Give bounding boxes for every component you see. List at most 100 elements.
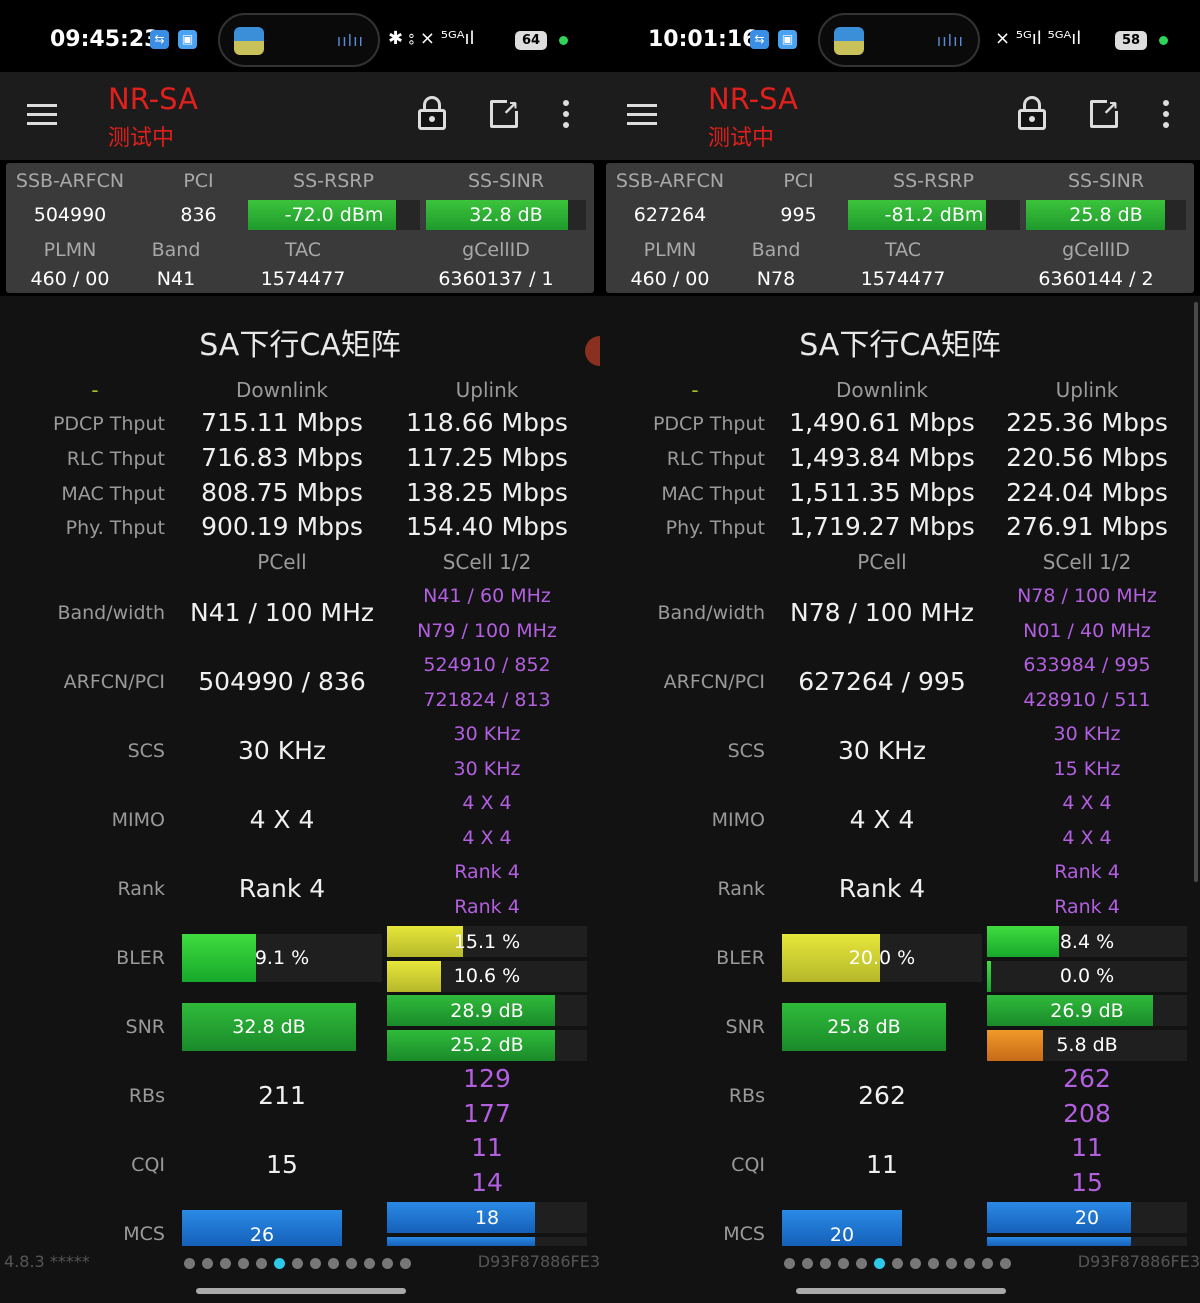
label-plmn: PLMN bbox=[643, 239, 697, 261]
scell-band-2: N79 / 100 MHz bbox=[417, 619, 557, 642]
rsrp-meter: -81.2 dBm bbox=[848, 200, 1020, 230]
page-dot[interactable] bbox=[400, 1258, 411, 1269]
device-id: D93F87886FE3 bbox=[1077, 1252, 1200, 1271]
page-dot[interactable] bbox=[238, 1258, 249, 1269]
page-dot[interactable] bbox=[292, 1258, 303, 1269]
row-label-phy: Phy. Thput bbox=[65, 517, 165, 539]
page-indicator[interactable] bbox=[784, 1254, 1018, 1273]
page-dot[interactable] bbox=[184, 1258, 195, 1269]
label-tac: TAC bbox=[884, 239, 922, 261]
row-label-mac: MAC Thput bbox=[661, 483, 765, 505]
page-dot[interactable] bbox=[838, 1258, 849, 1269]
page-dot[interactable] bbox=[256, 1258, 267, 1269]
pcell-arfcn: 504990 / 836 bbox=[198, 667, 366, 696]
pcell-scs: 30 KHz bbox=[237, 736, 327, 765]
pcell-bler-bar: 9.1 % bbox=[182, 934, 382, 982]
pcell-mcs-value: 20 bbox=[829, 1224, 855, 1246]
arrow-icon: ↗ bbox=[502, 96, 519, 120]
value-pci: 995 bbox=[780, 204, 817, 226]
page-indicator[interactable] bbox=[184, 1254, 418, 1273]
page-dot[interactable] bbox=[220, 1258, 231, 1269]
more-options-icon[interactable] bbox=[563, 100, 569, 133]
scell-arfcn-2: 721824 / 813 bbox=[423, 688, 551, 711]
page-dot[interactable] bbox=[346, 1258, 357, 1269]
row-label-rlc: RLC Thput bbox=[666, 448, 765, 470]
pcell-rbs: 262 bbox=[858, 1081, 906, 1110]
status-time: 09:45:23 bbox=[50, 27, 160, 52]
page-dot[interactable] bbox=[364, 1258, 375, 1269]
label-gcellid: gCellID bbox=[1062, 239, 1130, 261]
section-title: SA下行CA矩阵 bbox=[799, 328, 1001, 363]
privacy-indicator-icon bbox=[559, 36, 568, 45]
home-indicator[interactable] bbox=[796, 1288, 1006, 1294]
menu-icon[interactable] bbox=[27, 104, 57, 126]
menu-icon[interactable] bbox=[627, 104, 657, 126]
scell-mimo-2: 4 X 4 bbox=[1062, 826, 1112, 849]
pcell-rank: Rank 4 bbox=[838, 874, 926, 903]
page-dot[interactable] bbox=[964, 1258, 975, 1269]
pcell-cqi: 15 bbox=[266, 1150, 298, 1179]
scell-snr-bar-1: 28.9 dB bbox=[387, 995, 587, 1026]
app-subtitle: 测试中 bbox=[708, 126, 775, 151]
pcell-band: N78 / 100 MHz bbox=[790, 598, 974, 627]
ca-matrix-panel[interactable]: SA下行CA矩阵 - Downlink Uplink PDCP Thput RLC… bbox=[600, 296, 1200, 1246]
app-notification-icon: ⇆ bbox=[150, 30, 169, 49]
scell-bler-bar-1: 8.4 % bbox=[987, 926, 1187, 957]
rsrp-meter: -72.0 dBm bbox=[248, 200, 420, 230]
page-dot[interactable] bbox=[802, 1258, 813, 1269]
row-label-phy: Phy. Thput bbox=[665, 517, 765, 539]
page-dot[interactable] bbox=[856, 1258, 867, 1269]
scell-rank-2: Rank 4 bbox=[454, 895, 520, 918]
page-dot[interactable] bbox=[928, 1258, 939, 1269]
page-dot[interactable] bbox=[202, 1258, 213, 1269]
sinr-value: 25.8 dB bbox=[1069, 204, 1143, 226]
status-time: 10:01:16 bbox=[648, 27, 758, 52]
row-label-mcs: MCS bbox=[123, 1223, 165, 1245]
value-pci: 836 bbox=[180, 204, 217, 226]
pcell-mcs-bar: 26 bbox=[182, 1210, 382, 1246]
arrow-icon: ↗ bbox=[1102, 96, 1119, 120]
row-label-snr: SNR bbox=[725, 1016, 765, 1038]
row-label-pdcp: PDCP Thput bbox=[652, 413, 765, 435]
scell-bler-value-2: 0.0 % bbox=[1059, 965, 1115, 987]
ul-rlc: 220.56 Mbps bbox=[1006, 443, 1168, 472]
scrollbar[interactable] bbox=[1194, 302, 1198, 882]
page-dot[interactable] bbox=[382, 1258, 393, 1269]
scell-mcs-bar-2 bbox=[387, 1237, 587, 1246]
page-dot[interactable] bbox=[820, 1258, 831, 1269]
dynamic-island[interactable]: ıılıı bbox=[818, 13, 980, 67]
page-dot[interactable] bbox=[874, 1258, 885, 1269]
pcell-band: N41 / 100 MHz bbox=[190, 598, 374, 627]
more-options-icon[interactable] bbox=[1163, 100, 1169, 133]
page-dot[interactable] bbox=[310, 1258, 321, 1269]
pcell-rank: Rank 4 bbox=[238, 874, 326, 903]
lock-icon[interactable] bbox=[1018, 96, 1046, 130]
pcell-rbs: 211 bbox=[258, 1081, 306, 1110]
scell-cqi-1: 11 bbox=[471, 1133, 503, 1162]
app-notification-icon: ▣ bbox=[178, 30, 197, 49]
row-label-rank: Rank bbox=[117, 878, 165, 900]
page-dot[interactable] bbox=[274, 1258, 285, 1269]
scell-bler-bar-2: 0.0 % bbox=[987, 960, 1187, 992]
row-label-arfcn: ARFCN/PCI bbox=[663, 671, 765, 693]
page-dot[interactable] bbox=[328, 1258, 339, 1269]
page-dot[interactable] bbox=[1000, 1258, 1011, 1269]
pcell-mcs-value: 26 bbox=[249, 1224, 275, 1246]
header-uplink: Uplink bbox=[1055, 378, 1119, 402]
scell-arfcn-2: 428910 / 511 bbox=[1023, 688, 1151, 711]
ca-matrix-panel[interactable]: SA下行CA矩阵 - Downlink Uplink PDCP Thput RLC… bbox=[0, 296, 600, 1246]
device-id: D93F87886FE3 bbox=[477, 1252, 600, 1271]
row-label-pdcp: PDCP Thput bbox=[52, 413, 165, 435]
page-dot[interactable] bbox=[910, 1258, 921, 1269]
page-dot[interactable] bbox=[892, 1258, 903, 1269]
label-band: Band bbox=[751, 239, 801, 261]
home-indicator[interactable] bbox=[196, 1288, 406, 1294]
row-label-rbs: RBs bbox=[728, 1085, 765, 1107]
page-dot[interactable] bbox=[946, 1258, 957, 1269]
page-dot[interactable] bbox=[982, 1258, 993, 1269]
dynamic-island[interactable]: ıılıı bbox=[218, 13, 380, 67]
label-tac: TAC bbox=[284, 239, 322, 261]
lock-icon[interactable] bbox=[418, 96, 446, 130]
page-dot[interactable] bbox=[784, 1258, 795, 1269]
scell-snr-bar-2: 5.8 dB bbox=[987, 1029, 1187, 1061]
